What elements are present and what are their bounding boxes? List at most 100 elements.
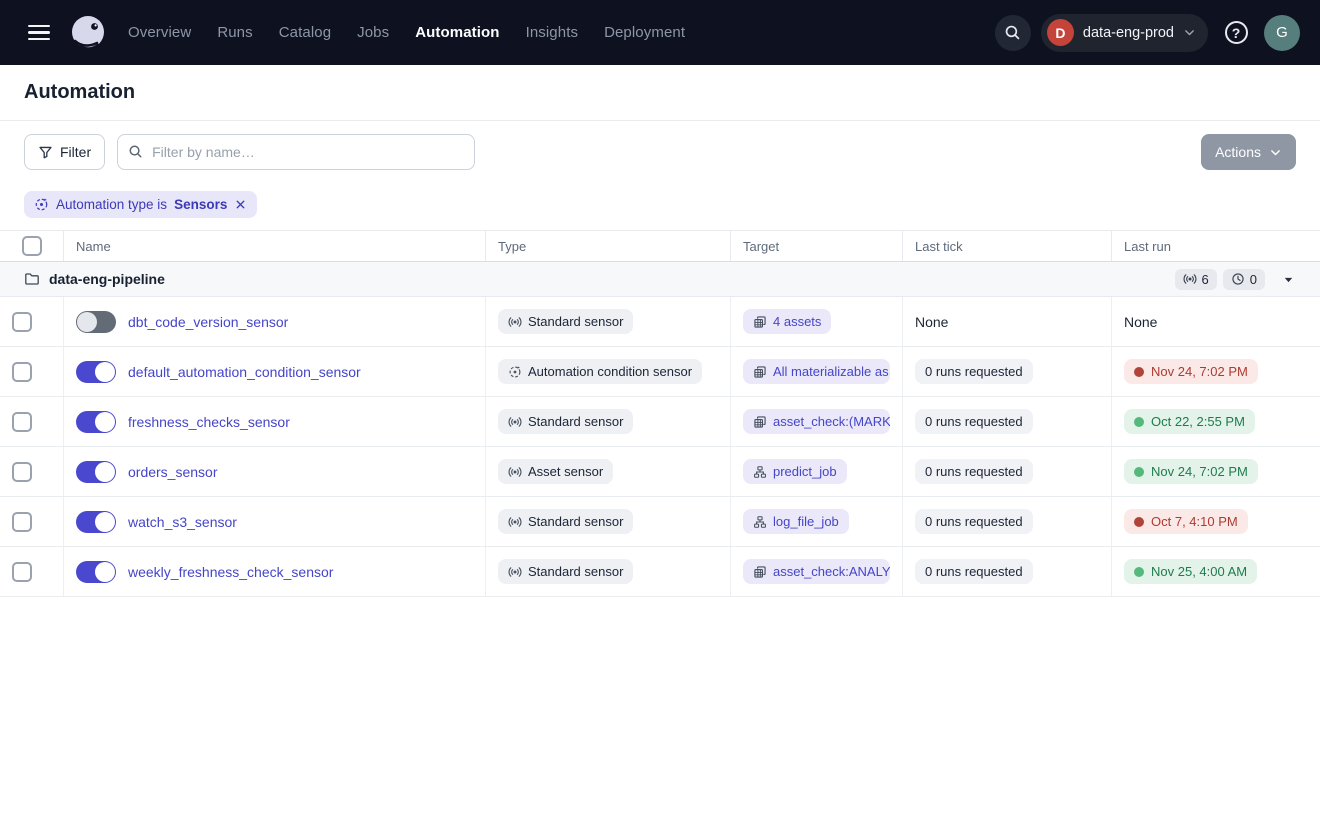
- sensor-toggle[interactable]: [76, 561, 116, 583]
- nav-item-jobs[interactable]: Jobs: [357, 24, 389, 41]
- dagster-logo-icon[interactable]: [66, 11, 110, 55]
- filter-chip-automation-type[interactable]: Automation type is Sensors: [24, 191, 257, 218]
- primary-nav: Overview Runs Catalog Jobs Automation In…: [128, 24, 685, 41]
- target-link[interactable]: log_file_job: [743, 509, 849, 534]
- clock-icon: [1231, 272, 1245, 286]
- sensor-icon: [508, 565, 522, 579]
- column-header-type: Type: [486, 231, 731, 261]
- target-link[interactable]: All materializable as: [743, 359, 890, 384]
- sensor-name-link[interactable]: default_automation_condition_sensor: [128, 364, 361, 380]
- sensor-type-label: Standard sensor: [528, 514, 623, 529]
- active-filters-row: Automation type is Sensors: [0, 183, 1320, 231]
- table-row: default_automation_condition_sensor Auto…: [0, 347, 1320, 397]
- last-run-badge[interactable]: Oct 22, 2:55 PM: [1124, 409, 1255, 434]
- nav-item-runs[interactable]: Runs: [217, 24, 252, 41]
- last-tick-badge: 0 runs requested: [915, 559, 1033, 584]
- last-tick-badge: 0 runs requested: [915, 459, 1033, 484]
- asset-icon: [753, 415, 767, 429]
- table-row: watch_s3_sensor Standard sensor log_file…: [0, 497, 1320, 547]
- last-run-badge[interactable]: Oct 7, 4:10 PM: [1124, 509, 1248, 534]
- filter-by-name-input[interactable]: [117, 134, 475, 170]
- row-checkbox[interactable]: [12, 312, 32, 332]
- sensor-name-link[interactable]: dbt_code_version_sensor: [128, 314, 288, 330]
- sensor-name-link[interactable]: weekly_freshness_check_sensor: [128, 564, 333, 580]
- folder-icon: [24, 271, 40, 287]
- last-run-badge[interactable]: Nov 24, 7:02 PM: [1124, 459, 1258, 484]
- run-status-dot: [1134, 567, 1144, 577]
- chevron-down-icon: [1269, 146, 1282, 159]
- filter-button[interactable]: Filter: [24, 134, 105, 170]
- column-header-name: Name: [64, 231, 486, 261]
- select-all-checkbox[interactable]: [22, 236, 42, 256]
- column-header-target: Target: [731, 231, 903, 261]
- last-tick-value: None: [915, 314, 948, 330]
- sensor-type-label: Standard sensor: [528, 414, 623, 429]
- user-avatar[interactable]: G: [1264, 15, 1300, 51]
- sensor-name-link[interactable]: watch_s3_sensor: [128, 514, 237, 530]
- nav-item-deployment[interactable]: Deployment: [604, 24, 685, 41]
- automation-condition-icon: [508, 365, 522, 379]
- top-navigation: Overview Runs Catalog Jobs Automation In…: [0, 0, 1320, 65]
- table-header: Name Type Target Last tick Last run: [0, 231, 1320, 262]
- sensor-icon: [508, 415, 522, 429]
- help-icon[interactable]: ?: [1218, 15, 1254, 51]
- job-icon: [753, 515, 767, 529]
- nav-item-overview[interactable]: Overview: [128, 24, 191, 41]
- last-tick-badge: 0 runs requested: [915, 409, 1033, 434]
- deployment-name: data-eng-prod: [1083, 25, 1174, 41]
- deployment-switcher[interactable]: D data-eng-prod: [1041, 14, 1208, 52]
- collapse-group-icon[interactable]: [1281, 272, 1296, 287]
- row-checkbox[interactable]: [12, 512, 32, 532]
- sensor-count-badge: 6: [1175, 269, 1217, 290]
- sensor-type-label: Asset sensor: [528, 464, 603, 479]
- table-row: weekly_freshness_check_sensor Standard s…: [0, 547, 1320, 597]
- page-header: Automation: [0, 65, 1320, 121]
- sensor-toggle[interactable]: [76, 361, 116, 383]
- row-checkbox[interactable]: [12, 462, 32, 482]
- run-status-dot: [1134, 417, 1144, 427]
- sensor-toggle[interactable]: [76, 461, 116, 483]
- sensor-toggle[interactable]: [76, 511, 116, 533]
- close-icon[interactable]: [234, 198, 247, 211]
- filter-chip-value: Sensors: [174, 197, 227, 212]
- repo-group-name: data-eng-pipeline: [49, 271, 165, 287]
- page-title: Automation: [24, 81, 1296, 104]
- deployment-badge: D: [1047, 19, 1074, 46]
- last-run-badge[interactable]: Nov 24, 7:02 PM: [1124, 359, 1258, 384]
- menu-icon[interactable]: [20, 14, 58, 52]
- run-status-dot: [1134, 367, 1144, 377]
- job-icon: [753, 465, 767, 479]
- nav-item-automation[interactable]: Automation: [415, 24, 499, 41]
- sensor-toggle[interactable]: [76, 311, 116, 333]
- nav-item-catalog[interactable]: Catalog: [279, 24, 331, 41]
- row-checkbox[interactable]: [12, 412, 32, 432]
- asset-icon: [753, 315, 767, 329]
- target-link[interactable]: asset_check:ANALY: [743, 559, 890, 584]
- row-checkbox[interactable]: [12, 362, 32, 382]
- sensor-name-link[interactable]: freshness_checks_sensor: [128, 414, 290, 430]
- filter-chip-label: Automation type is: [56, 197, 167, 212]
- sensor-toggle[interactable]: [76, 411, 116, 433]
- target-link[interactable]: 4 assets: [743, 309, 831, 334]
- sensor-icon: [508, 315, 522, 329]
- schedule-count-badge: 0: [1223, 269, 1265, 290]
- run-status-dot: [1134, 467, 1144, 477]
- last-tick-badge: 0 runs requested: [915, 359, 1033, 384]
- last-run-badge[interactable]: Nov 25, 4:00 AM: [1124, 559, 1257, 584]
- column-header-last-run: Last run: [1112, 231, 1320, 261]
- funnel-icon: [38, 145, 53, 160]
- sensor-icon: [1183, 272, 1197, 286]
- nav-item-insights[interactable]: Insights: [526, 24, 579, 41]
- sensor-icon: [508, 465, 522, 479]
- sensor-name-link[interactable]: orders_sensor: [128, 464, 218, 480]
- column-header-last-tick: Last tick: [903, 231, 1112, 261]
- table-row: freshness_checks_sensor Standard sensor …: [0, 397, 1320, 447]
- row-checkbox[interactable]: [12, 562, 32, 582]
- actions-button[interactable]: Actions: [1201, 134, 1296, 170]
- sensor-type-label: Automation condition sensor: [528, 364, 692, 379]
- search-icon[interactable]: [995, 15, 1031, 51]
- target-link[interactable]: asset_check:(MARK: [743, 409, 890, 434]
- repo-group-row[interactable]: data-eng-pipeline 6 0: [0, 262, 1320, 297]
- target-link[interactable]: predict_job: [743, 459, 847, 484]
- sensor-type-label: Standard sensor: [528, 564, 623, 579]
